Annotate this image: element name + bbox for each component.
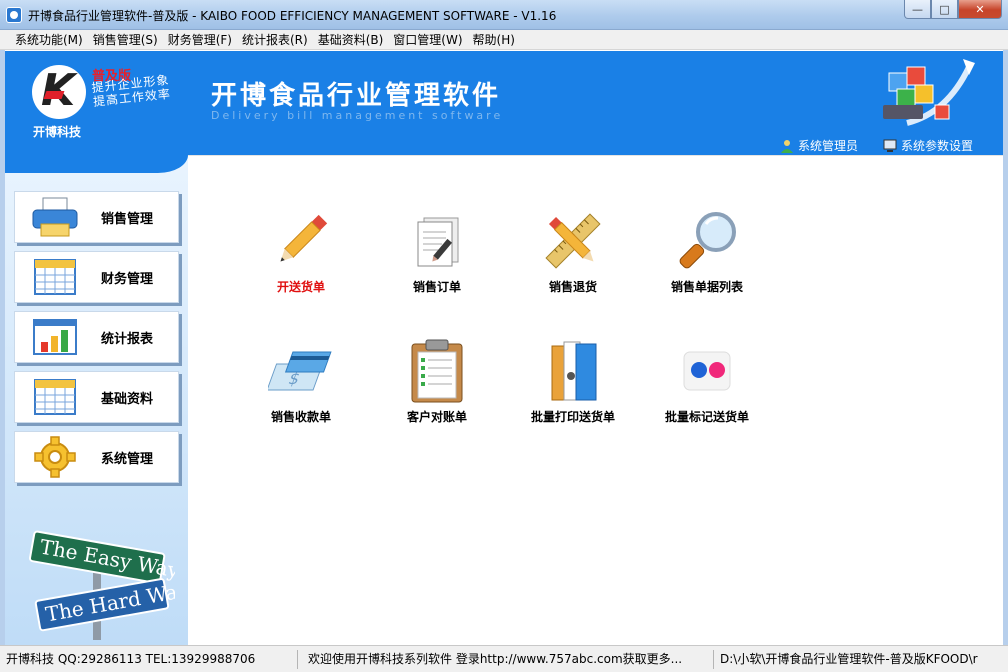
tile-batch-mark-delivery-notes[interactable]: 批量标记送货单 bbox=[632, 338, 782, 428]
sidebar-label-basic-data: 基础资料 bbox=[101, 391, 154, 407]
logo-accent bbox=[43, 91, 65, 99]
menu-finance[interactable]: 财务管理(F) bbox=[163, 31, 237, 48]
ruler-pencil-icon bbox=[545, 213, 601, 269]
cubes-decoration-icon bbox=[883, 59, 975, 126]
admin-user-link[interactable]: 系统管理员 bbox=[780, 137, 858, 154]
calendar-icon bbox=[34, 259, 76, 295]
window-controls: — □ ✕ bbox=[904, 0, 1002, 20]
app-icon[interactable] bbox=[6, 7, 22, 23]
title-bar: 开博食品行业管理软件-普及版 - KAIBO FOOD EFFICIENCY M… bbox=[0, 0, 1008, 30]
menu-window[interactable]: 窗口管理(W) bbox=[388, 31, 467, 48]
sidebar-item-system[interactable]: 系统管理 bbox=[14, 431, 179, 483]
user-icon bbox=[781, 139, 793, 153]
sidebar-label-finance: 财务管理 bbox=[101, 271, 154, 287]
sidebar-item-sales[interactable]: 销售管理 bbox=[14, 191, 179, 243]
minimize-button[interactable]: — bbox=[904, 0, 931, 19]
status-bar: 开博科技 QQ:29286113 TEL:13929988706 欢迎使用开博科… bbox=[0, 645, 1008, 672]
menu-help[interactable]: 帮助(H) bbox=[468, 31, 520, 48]
menu-reports[interactable]: 统计报表(R) bbox=[237, 31, 313, 48]
tile-batch-print-delivery-notes[interactable]: 批量打印送货单 bbox=[498, 338, 648, 428]
sidebar-item-basic-data[interactable]: 基础资料 bbox=[14, 371, 179, 423]
menu-bar: 系统功能(M) 销售管理(S) 财务管理(F) 统计报表(R) 基础资料(B) … bbox=[0, 30, 1008, 50]
menu-basic-data[interactable]: 基础资料(B) bbox=[313, 31, 389, 48]
magnifier-icon bbox=[679, 212, 736, 269]
menu-system[interactable]: 系统功能(M) bbox=[10, 31, 88, 48]
admin-user-label: 系统管理员 bbox=[798, 139, 859, 153]
sidebar-label-system: 系统管理 bbox=[101, 451, 154, 467]
dots-icon bbox=[683, 351, 731, 391]
close-button[interactable]: ✕ bbox=[958, 0, 1002, 19]
sidebar-label-reports: 统计报表 bbox=[101, 331, 154, 347]
status-path: D:\小软\开博食品行业管理软件-普及版KFOOD\r bbox=[720, 651, 978, 666]
system-settings-label: 系统参数设置 bbox=[901, 139, 974, 153]
window-title: 开博食品行业管理软件-普及版 - KAIBO FOOD EFFICIENCY M… bbox=[28, 9, 557, 23]
tile-label-customer-statement: 客户对账单 bbox=[406, 410, 467, 424]
menu-sales[interactable]: 销售管理(S) bbox=[88, 31, 163, 48]
document-edit-icon bbox=[417, 217, 459, 267]
printer-icon bbox=[32, 197, 78, 237]
calendar-icon bbox=[34, 379, 76, 415]
sidebar-item-finance[interactable]: 财务管理 bbox=[14, 251, 179, 303]
tile-label-batch-mark-delivery-notes: 批量标记送货单 bbox=[664, 410, 749, 424]
app-subtitle: Delivery bill management software bbox=[211, 109, 504, 122]
header-banner: K 普及版 提升企业形象 提高工作效率 开博科技 开博食品行业管理软件 Deli… bbox=[5, 51, 1003, 155]
tile-label-sales-return: 销售退货 bbox=[548, 280, 597, 294]
tile-customer-statement[interactable]: 客户对账单 bbox=[362, 338, 512, 428]
pencil-icon bbox=[280, 214, 328, 262]
tile-label-new-delivery-note: 开送货单 bbox=[276, 280, 325, 294]
company-name: 开博科技 bbox=[33, 125, 82, 139]
tile-sales-order[interactable]: 销售订单 bbox=[362, 208, 512, 298]
sidebar: 销售管理 财务管理 统计报表 基础资料 系统管理 The Easy Way Th… bbox=[5, 155, 188, 645]
main-panel: 开送货单 销售订单 销售退货 销售单据列表 $ 销售收款单 客户对账单 批量打印… bbox=[188, 155, 1003, 645]
tile-sales-receipt[interactable]: $ 销售收款单 bbox=[226, 338, 376, 428]
tile-label-sales-document-list: 销售单据列表 bbox=[670, 280, 743, 294]
app-title: 开博食品行业管理软件 bbox=[211, 81, 502, 111]
tile-sales-document-list[interactable]: 销售单据列表 bbox=[632, 208, 782, 298]
gear-icon bbox=[34, 436, 76, 478]
payment-card-icon: $ bbox=[268, 351, 332, 391]
system-settings-link[interactable]: 系统参数设置 bbox=[883, 137, 973, 154]
tile-label-batch-print-delivery-notes: 批量打印送货单 bbox=[530, 410, 615, 424]
sidebar-label-sales: 销售管理 bbox=[101, 211, 154, 227]
sidebar-item-reports[interactable]: 统计报表 bbox=[14, 311, 179, 363]
clipboard-icon bbox=[411, 339, 463, 403]
bar-chart-icon bbox=[33, 319, 77, 355]
status-contact: 开博科技 QQ:29286113 TEL:13929988706 bbox=[0, 649, 298, 669]
sign-easy-way-text: The Easy Way bbox=[38, 534, 175, 582]
tile-label-sales-order: 销售订单 bbox=[412, 280, 461, 294]
monitor-icon bbox=[883, 139, 897, 152]
tile-sales-return[interactable]: 销售退货 bbox=[498, 208, 648, 298]
tile-label-sales-receipt: 销售收款单 bbox=[270, 410, 331, 424]
status-welcome: 欢迎使用开博科技系列软件 登录http://www.757abc.com获取更多… bbox=[298, 649, 714, 669]
maximize-button[interactable]: □ bbox=[931, 0, 958, 19]
tile-new-delivery-note[interactable]: 开送货单 bbox=[226, 208, 376, 298]
street-sign-illustration: The Easy Way The Hard Way bbox=[29, 530, 175, 640]
binders-icon bbox=[551, 341, 597, 401]
